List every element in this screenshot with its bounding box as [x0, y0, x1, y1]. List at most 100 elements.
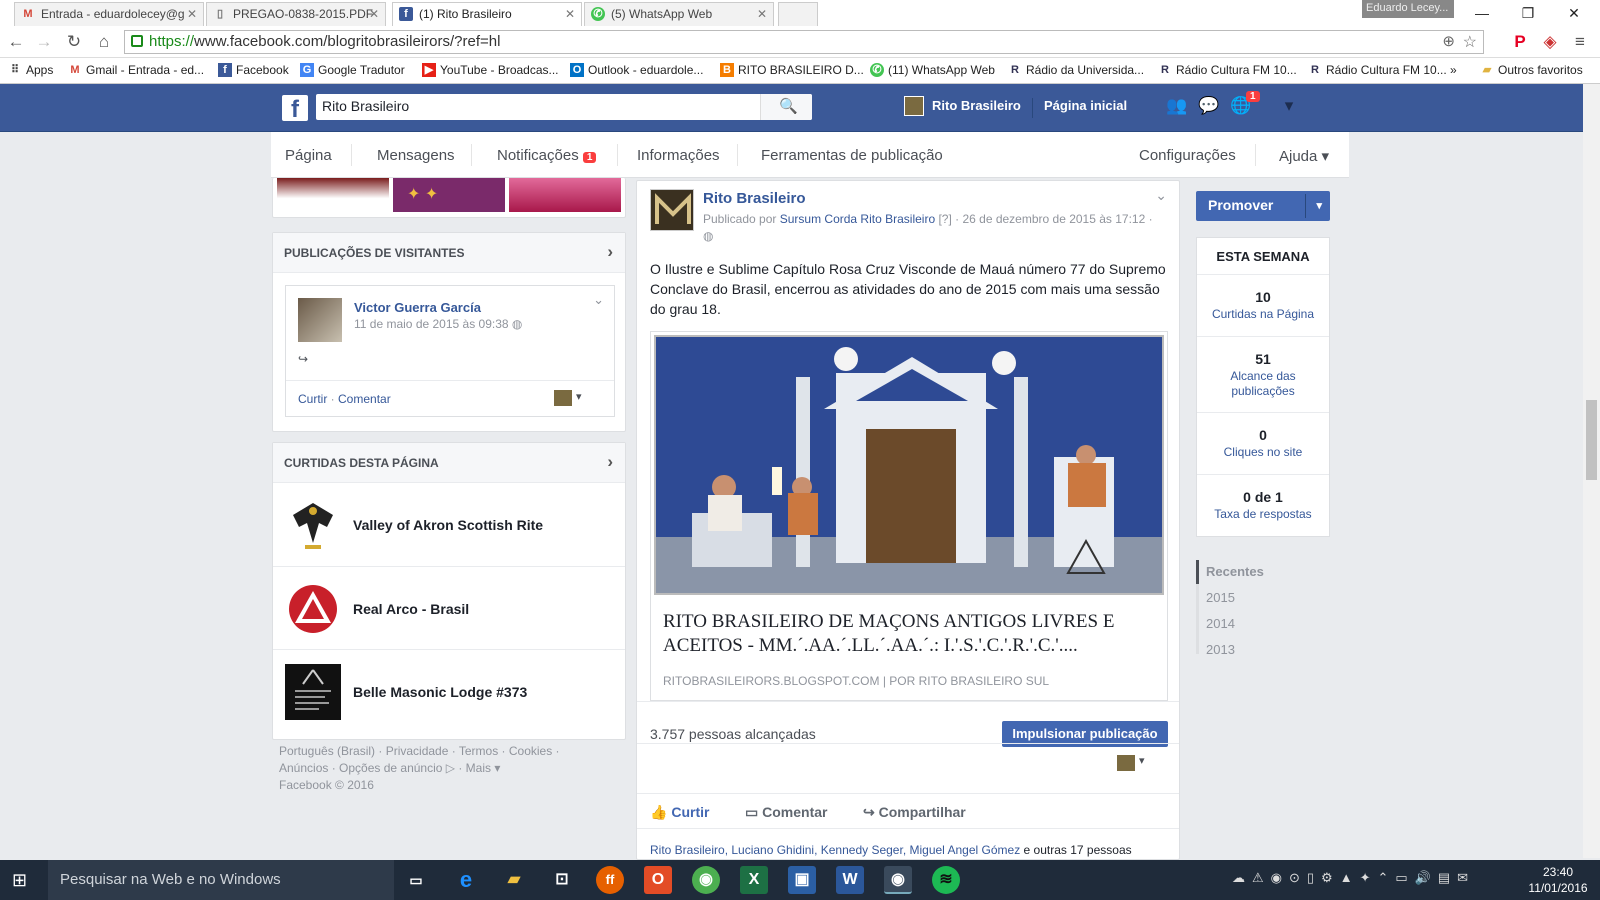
like-link[interactable]: Curtir	[298, 392, 327, 406]
comment-link[interactable]: Comentar	[338, 392, 391, 406]
messages-icon[interactable]: 💬	[1198, 96, 1220, 118]
likers-names[interactable]: Rito Brasileiro, Luciano Ghidini, Kenned…	[650, 843, 1020, 857]
photo-thumbnail[interactable]	[509, 178, 621, 212]
bookmark-translate[interactable]: G Google Tradutor	[300, 63, 405, 77]
post-date[interactable]: [?] · 26 de dezembro de 2015 às 17:12 ·	[935, 212, 1152, 226]
extension-icon[interactable]: ◈	[1540, 32, 1560, 52]
comment-button[interactable]: ▭ Comentar	[745, 804, 827, 821]
menu-icon[interactable]: ≡	[1570, 32, 1590, 52]
friend-requests-icon[interactable]: 👥	[1166, 96, 1188, 118]
post-author[interactable]: Victor Guerra García	[354, 300, 481, 315]
profile-avatar[interactable]	[904, 96, 924, 116]
stat-post-reach[interactable]: 51 Alcance das publicações	[1197, 336, 1329, 412]
timeline-year[interactable]: 2015	[1196, 590, 1235, 605]
facebook-logo-icon[interactable]: f	[282, 95, 308, 123]
account-menu-icon[interactable]: ▾	[1278, 96, 1300, 118]
caret-down-icon[interactable]: ▾	[1316, 199, 1322, 212]
close-icon[interactable]: ✕	[187, 7, 197, 21]
chevron-right-icon[interactable]: ›	[607, 452, 613, 472]
tab-whatsapp[interactable]: ✆ (5) WhatsApp Web ✕	[584, 2, 774, 26]
stat-site-clicks[interactable]: 0 Cliques no site	[1197, 412, 1329, 474]
close-window-icon[interactable]: ✕	[1554, 2, 1594, 24]
minimize-icon[interactable]: —	[1462, 2, 1502, 24]
caret-down-icon[interactable]: ▾	[1139, 754, 1145, 767]
publisher-link[interactable]: Sursum Corda Rito Brasileiro	[780, 212, 935, 226]
search-button[interactable]: 🔍	[760, 94, 812, 120]
liked-page-name[interactable]: Real Arco - Brasil	[353, 601, 469, 617]
tab-configuracoes[interactable]: Configurações	[1139, 147, 1236, 164]
share-icon[interactable]: ↪	[298, 352, 308, 366]
chevron-down-icon[interactable]: ⌄	[593, 292, 604, 308]
restore-icon[interactable]: ❐	[1508, 2, 1548, 24]
tab-ajuda[interactable]: Ajuda ▾	[1279, 147, 1329, 165]
page-avatar[interactable]	[650, 189, 694, 231]
zoom-icon[interactable]: ⊕	[1442, 32, 1455, 50]
task-view-icon[interactable]: ▭	[402, 866, 430, 894]
tab-mensagens[interactable]: Mensagens	[377, 147, 455, 164]
timeline-year[interactable]: 2013	[1196, 642, 1235, 657]
close-icon[interactable]: ✕	[565, 7, 575, 21]
word-icon[interactable]: W	[836, 866, 864, 894]
bookmark-youtube[interactable]: ▶ YouTube - Broadcas...	[422, 63, 559, 77]
caret-down-icon[interactable]: ▾	[576, 390, 582, 403]
reload-icon[interactable]: ↻	[64, 32, 84, 52]
like-button[interactable]: 👍 Curtir	[650, 804, 709, 821]
chrome-active-icon[interactable]: ◉	[884, 866, 912, 894]
footer-line[interactable]: Português (Brasil) · Privacidade · Termo…	[279, 743, 599, 760]
promote-button[interactable]: Promover ▾	[1196, 191, 1330, 221]
bookmark-facebook[interactable]: f Facebook	[218, 63, 289, 77]
liked-page-item[interactable]: Real Arco - Brasil	[273, 566, 625, 649]
post-reach[interactable]: 3.757 pessoas alcançadas	[650, 726, 816, 742]
store-icon[interactable]: ⊡	[548, 866, 576, 894]
tab-notificacoes[interactable]: Notificações 1	[497, 147, 597, 164]
timeline-year[interactable]: 2014	[1196, 616, 1235, 631]
excel-icon[interactable]: X	[740, 866, 768, 894]
stat-response-rate[interactable]: 0 de 1 Taxa de respostas	[1197, 474, 1329, 536]
app-icon[interactable]: ▣	[788, 866, 816, 894]
bookmark-apps[interactable]: ⠿ Apps	[8, 63, 53, 77]
post-page-name[interactable]: Rito Brasileiro	[703, 190, 806, 207]
star-icon[interactable]: ☆	[1463, 32, 1477, 52]
page-scrollbar[interactable]	[1583, 84, 1600, 858]
section-heading[interactable]: CURTIDAS DESTA PÁGINA ›	[273, 443, 625, 483]
bookmark-blogger[interactable]: B RITO BRASILEIRO D...	[720, 63, 864, 77]
profile-chip[interactable]: Eduardo Lecey...	[1362, 0, 1454, 18]
footer-line[interactable]: Anúncios · Opções de anúncio ▷ · Mais ▾	[279, 760, 599, 777]
timeline-recent[interactable]: Recentes	[1196, 564, 1264, 579]
avatar[interactable]	[298, 298, 342, 342]
bookmark-other-folder[interactable]: ▰ Outros favoritos	[1480, 63, 1583, 77]
photo-thumbnail[interactable]	[277, 178, 389, 212]
link-preview[interactable]: RITO BRASILEIRO DE MAÇONS ANTIGOS LIVRES…	[650, 331, 1168, 701]
bookmark-radio-universidade[interactable]: R Rádio da Universida...	[1008, 63, 1144, 77]
bookmarks-overflow[interactable]: »	[1450, 63, 1457, 77]
tab-pdf[interactable]: ▯ PREGAO-0838-2015.PDF ✕	[206, 2, 386, 26]
liked-page-item[interactable]: Valley of Akron Scottish Rite	[273, 483, 625, 566]
tab-ferramentas[interactable]: Ferramentas de publicação	[761, 147, 943, 164]
tab-facebook[interactable]: f (1) Rito Brasileiro ✕	[392, 2, 582, 26]
tab-informacoes[interactable]: Informações	[637, 147, 720, 164]
bookmark-outlook[interactable]: O Outlook - eduardole...	[570, 63, 703, 77]
profile-link[interactable]: Rito Brasileiro	[932, 98, 1021, 113]
url-bar[interactable]: https://www.facebook.com/blogritobrasile…	[124, 30, 1484, 54]
tab-gmail[interactable]: M Entrada - eduardolecey@g ✕	[14, 2, 204, 26]
scrollbar-thumb[interactable]	[1586, 400, 1597, 480]
close-icon[interactable]: ✕	[757, 7, 767, 21]
spotify-icon[interactable]: ≋	[932, 866, 960, 894]
home-icon[interactable]: ⌂	[94, 32, 114, 52]
chrome-icon[interactable]: ◉	[692, 866, 720, 894]
share-button[interactable]: ↪ Compartilhar	[863, 804, 966, 821]
taskbar-clock[interactable]: 23:40 11/01/2016	[1520, 864, 1596, 896]
liked-page-name[interactable]: Belle Masonic Lodge #373	[353, 684, 527, 700]
office-icon[interactable]: O	[644, 866, 672, 894]
bookmark-gmail[interactable]: M Gmail - Entrada - ed...	[68, 63, 204, 77]
firefox-icon[interactable]: ff	[596, 866, 624, 894]
bookmark-whatsapp[interactable]: ✆ (11) WhatsApp Web	[870, 63, 995, 77]
link-title[interactable]: RITO BRASILEIRO DE MAÇONS ANTIGOS LIVRES…	[663, 610, 1153, 658]
chevron-down-icon[interactable]: ⌄	[1155, 187, 1167, 204]
file-explorer-icon[interactable]: ▰	[500, 866, 528, 894]
search-input[interactable]: Rito Brasileiro	[316, 94, 812, 120]
home-link[interactable]: Página inicial	[1044, 98, 1127, 113]
pinterest-icon[interactable]: P	[1510, 32, 1530, 52]
chevron-right-icon[interactable]: ›	[607, 242, 613, 262]
section-heading[interactable]: PUBLICAÇÕES DE VISITANTES ›	[273, 233, 625, 273]
